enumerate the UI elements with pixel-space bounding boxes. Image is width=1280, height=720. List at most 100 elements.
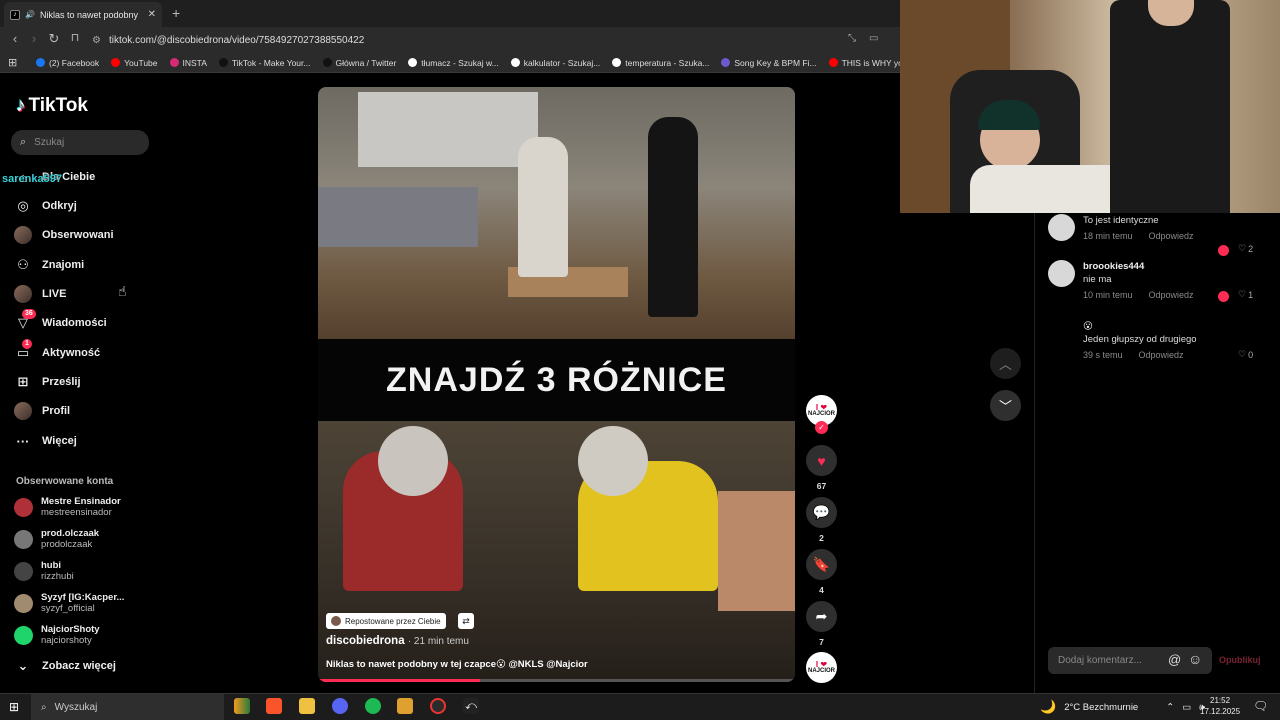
commenter-avatar[interactable] (1048, 260, 1075, 287)
comment-like-button[interactable]: ♡ 2 (1238, 243, 1253, 254)
followed-account[interactable]: NajciorShoty najciorshoty (14, 624, 100, 646)
bookmark-icon[interactable]: ⊓ (66, 31, 84, 44)
previous-video-button[interactable]: ︿ (990, 348, 1021, 379)
video-progress-bar[interactable] (318, 679, 795, 682)
creator-badge-line2: NAJCIOR (807, 410, 835, 417)
save-button[interactable]: 🔖 4 (806, 549, 837, 595)
sidebar-item-aktywność[interactable]: ▭ 1 Aktywność (14, 339, 100, 364)
see-more-button[interactable]: ⌄ Zobacz więcej (14, 655, 116, 677)
capcut-icon[interactable]: ⤺ (463, 698, 479, 714)
account-names: hubi rizzhubi (41, 560, 74, 582)
brave-browser-icon[interactable] (266, 698, 282, 714)
bookmark-item[interactable]: kalkulator - Szukaj... (510, 58, 600, 68)
repost-toggle-icon[interactable]: ⇄ (458, 613, 474, 629)
white-shirt-shape (970, 165, 1130, 213)
mention-icon[interactable]: @ (1168, 652, 1181, 667)
sidebar-item-live[interactable]: LIVE (14, 283, 66, 305)
video-author[interactable]: discobiedrona · 21 min temu (326, 635, 469, 647)
comment-like-button[interactable]: ♡ 0 (1238, 349, 1253, 360)
speaker-icon: 🔊 (25, 10, 35, 19)
bookmark-favicon-icon (721, 58, 731, 67)
weather-text[interactable]: 2°C Bezchmurnie (1064, 702, 1138, 713)
sound-avatar: I ❤ NAJCIOR (806, 652, 837, 683)
repost-label: Repostowane przez Ciebie (326, 613, 446, 629)
sidebar-item-label: Prześlij (42, 376, 81, 388)
sound-badge-line1: I ❤ (815, 659, 828, 669)
account-display-name: prod.olczaak (41, 528, 100, 539)
followed-account[interactable]: Mestre Ensinador mestreensinador (14, 496, 121, 518)
sidebar-item-odkryj[interactable]: ◎ Odkryj (14, 195, 77, 217)
taskbar-search[interactable]: ⌕ Wyszukaj (31, 694, 224, 720)
file-explorer-icon[interactable] (299, 698, 315, 714)
tab-close-icon[interactable]: ✕ (148, 9, 156, 20)
drawer-shape (718, 491, 795, 611)
comment-like-button[interactable]: ♡ 1 (1238, 289, 1253, 300)
sound-avatar-button[interactable]: I ❤ NAJCIOR (806, 652, 837, 683)
bookmark-item[interactable]: (2) Facebook (36, 58, 99, 68)
browser-tab[interactable]: ♪ 🔊 Niklas to nawet podobny w te ✕ (4, 2, 162, 27)
apps-grid-icon[interactable]: ⊞ (8, 56, 17, 69)
sidebar-item-znajomi[interactable]: ⚇ Znajomi (14, 254, 84, 276)
followed-account[interactable]: Syzyf [IG:Kacper... syzyf_official (14, 592, 124, 614)
reply-button[interactable]: Odpowiedz (1139, 349, 1184, 361)
comment-text: Jeden głupszy od drugiego (1083, 334, 1197, 345)
reload-icon[interactable]: ↻ (45, 31, 63, 47)
commenter-avatar[interactable] (1048, 214, 1075, 241)
media-player-icon[interactable] (397, 698, 413, 714)
bookmark-item[interactable]: INSTA (169, 58, 207, 68)
account-display-name: Syzyf [IG:Kacper... (41, 592, 125, 603)
discord-icon[interactable] (332, 698, 348, 714)
sidebar-item-profil[interactable]: Profil (14, 400, 70, 422)
emoji-icon[interactable]: ☺ (1188, 651, 1202, 667)
bookmark-item[interactable]: Główna / Twitter (322, 57, 397, 68)
obs-icon[interactable] (430, 698, 446, 714)
bookmark-item[interactable]: temperatura - Szuka... (612, 58, 709, 68)
next-video-button[interactable]: ﹀ (990, 390, 1021, 421)
followed-account[interactable]: prod.olczaak prodolczaak (14, 528, 99, 550)
bookmark-item[interactable]: tłumacz - Szukaj w... (408, 58, 499, 68)
sidebar-item-label: Znajomi (42, 259, 85, 271)
comment-body: broookies444 nie ma 10 min temu Odpowiedz (1083, 260, 1194, 301)
notifications-icon[interactable]: 🗨 (1253, 699, 1268, 713)
spotify-icon[interactable] (365, 698, 381, 714)
bookmark-item[interactable]: Song Key & BPM Fi... (721, 58, 817, 68)
bookmark-item[interactable]: YouTube (111, 58, 158, 68)
repost-text: Repostowane przez Ciebie (345, 616, 441, 626)
site-settings-icon[interactable]: ⚙ (92, 35, 101, 46)
like-button[interactable]: ♥ 67 (806, 445, 837, 491)
back-icon[interactable]: ‹ (6, 31, 24, 46)
system-clock[interactable]: 21:52 17.12.2025 (1200, 695, 1240, 717)
search-input[interactable]: ⌕ Szukaj (11, 130, 149, 155)
sidebar-item-wiadomości[interactable]: ▽ 36 Wiadomości (14, 309, 107, 334)
share-button[interactable]: ➦ 7 (806, 601, 837, 647)
url-field[interactable]: ⚙ tiktok.com/@discobiedrona/video/758492… (92, 31, 882, 49)
comment-placeholder: Dodaj komentarz... (1058, 655, 1142, 666)
comment-text: To jest identyczne (1083, 215, 1159, 226)
following-avatar-icon (14, 226, 32, 244)
forward-icon[interactable]: › (25, 31, 43, 46)
bookmark-label: Główna / Twitter (335, 57, 397, 68)
bookmark-item[interactable]: TikTok - Make Your... (218, 58, 311, 68)
followed-account[interactable]: hubi rizzhubi (14, 560, 74, 582)
taskbar-widget-icon[interactable] (234, 698, 250, 714)
comment-username[interactable]: broookies444 (1083, 260, 1194, 273)
windows-start-icon[interactable]: ⊞ (9, 700, 19, 714)
reply-button[interactable]: Odpowiedz (1149, 230, 1194, 242)
extension-icon[interactable]: ⤡ (848, 33, 856, 44)
new-tab-button[interactable]: + (172, 5, 180, 21)
sidebar-item-więcej[interactable]: ··· Więcej (14, 430, 77, 452)
sidebar-item-prześlij[interactable]: ⊞ Prześlij (14, 371, 81, 393)
avatar (14, 593, 33, 613)
cast-icon[interactable]: ▭ (869, 33, 878, 44)
followed-check-icon[interactable]: ✓ (815, 421, 828, 434)
comment-username[interactable]: 😮 (1083, 320, 1197, 333)
sidebar-item-obserwowani[interactable]: Obserwowani (14, 224, 114, 246)
comment-item: broookies444 nie ma 10 min temu Odpowiedz (1048, 260, 1194, 301)
network-icon[interactable]: ▭ (1182, 702, 1191, 713)
comment-button[interactable]: 💬 2 (806, 497, 837, 543)
reply-button[interactable]: Odpowiedz (1149, 289, 1194, 301)
video-player[interactable]: ZNAJDŹ 3 RÓŻNICE Repostowane przez Ciebi… (318, 87, 795, 682)
tiktok-logo[interactable]: ♪ TikTok (16, 95, 88, 117)
post-comment-button[interactable]: Opublikuj (1219, 655, 1261, 665)
tray-chevron-icon[interactable]: ⌃ (1166, 702, 1174, 713)
